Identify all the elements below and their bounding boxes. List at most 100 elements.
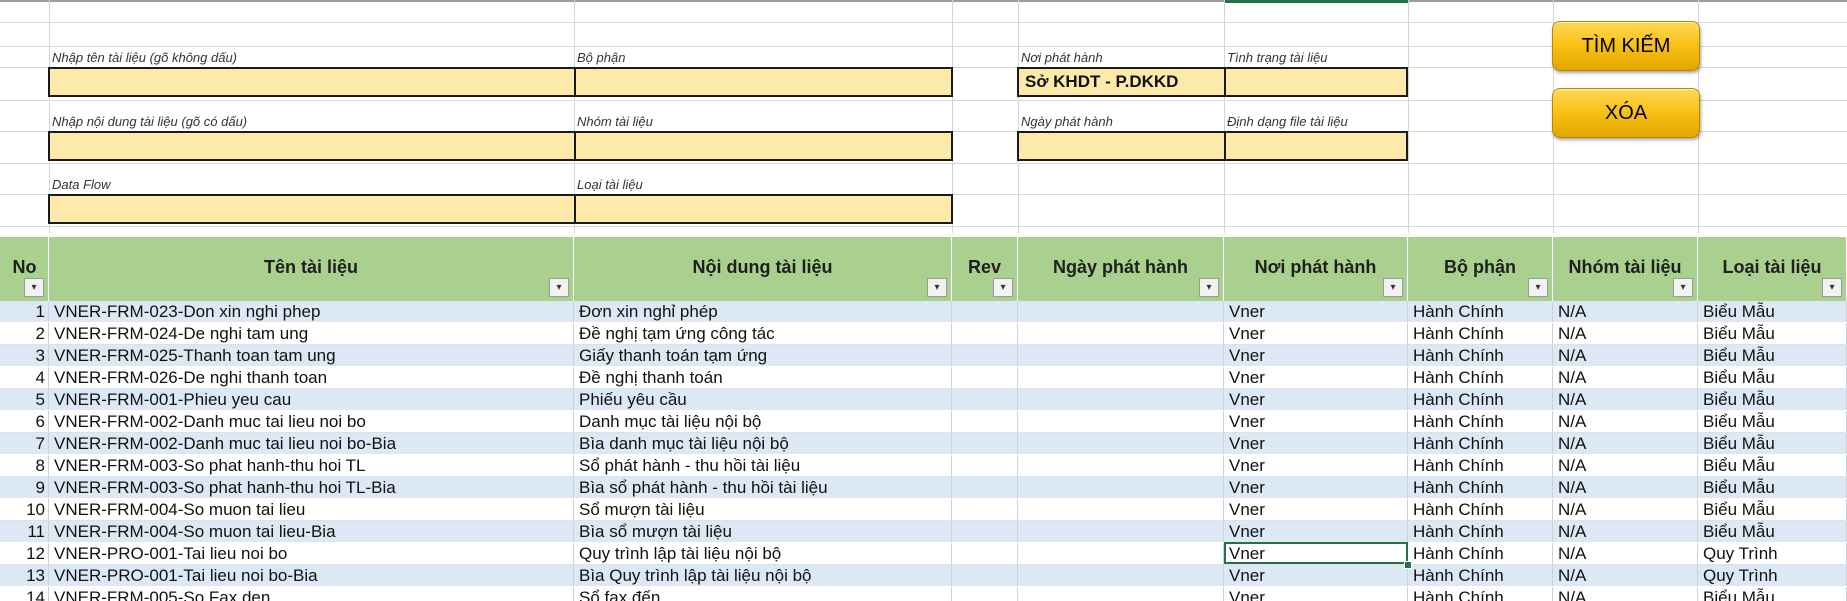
cell-type[interactable]: Biểu Mẫu — [1698, 477, 1847, 498]
cell-group[interactable]: N/A — [1553, 543, 1698, 564]
cell-type[interactable]: Biểu Mẫu — [1698, 323, 1847, 344]
cell-issuer[interactable]: Vner — [1224, 411, 1408, 432]
cell-content[interactable]: Sổ fax đến — [574, 587, 952, 601]
status-input[interactable] — [1224, 67, 1408, 97]
group-input[interactable] — [574, 131, 953, 161]
cell-rev[interactable] — [952, 477, 1018, 498]
cell-rev[interactable] — [952, 543, 1018, 564]
cell-name[interactable]: VNER-PRO-001-Tai lieu noi bo — [49, 543, 574, 564]
cell-group[interactable]: N/A — [1553, 521, 1698, 542]
cell-content[interactable]: Đề nghị tạm ứng công tác — [574, 323, 952, 344]
cell-issue-date[interactable] — [1018, 477, 1224, 498]
filter-dropdown-icon[interactable]: ▾ — [1199, 278, 1219, 297]
cell-issue-date[interactable] — [1018, 543, 1224, 564]
cell-group[interactable]: N/A — [1553, 411, 1698, 432]
cell-group[interactable]: N/A — [1553, 455, 1698, 476]
filter-dropdown-icon[interactable]: ▾ — [1383, 278, 1403, 297]
cell-name[interactable]: VNER-FRM-025-Thanh toan tam ung — [49, 345, 574, 366]
cell-no[interactable]: 10 — [0, 499, 49, 520]
cell-department[interactable]: Hành Chính — [1408, 587, 1553, 601]
cell-rev[interactable] — [952, 455, 1018, 476]
cell-group[interactable]: N/A — [1553, 477, 1698, 498]
cell-issuer[interactable]: Vner — [1224, 433, 1408, 454]
cell-group[interactable]: N/A — [1553, 367, 1698, 388]
file-format-input[interactable] — [1224, 131, 1408, 161]
cell-rev[interactable] — [952, 433, 1018, 454]
cell-name[interactable]: VNER-FRM-003-So phat hanh-thu hoi TL — [49, 455, 574, 476]
doc-type-input[interactable] — [574, 194, 953, 224]
cell-type[interactable]: Biểu Mẫu — [1698, 587, 1847, 601]
filter-dropdown-icon[interactable]: ▾ — [927, 278, 947, 297]
cell-name[interactable]: VNER-FRM-004-So muon tai lieu-Bia — [49, 521, 574, 542]
cell-department[interactable]: Hành Chính — [1408, 301, 1553, 322]
cell-department[interactable]: Hành Chính — [1408, 367, 1553, 388]
cell-issue-date[interactable] — [1018, 411, 1224, 432]
cell-department[interactable]: Hành Chính — [1408, 543, 1553, 564]
cell-issuer[interactable]: Vner — [1224, 301, 1408, 322]
cell-no[interactable]: 7 — [0, 433, 49, 454]
cell-no[interactable]: 11 — [0, 521, 49, 542]
filter-dropdown-icon[interactable]: ▾ — [993, 278, 1013, 297]
cell-name[interactable]: VNER-FRM-023-Don xin nghi phep — [49, 301, 574, 322]
cell-type[interactable]: Biểu Mẫu — [1698, 455, 1847, 476]
cell-content[interactable]: Bìa sổ phát hành - thu hồi tài liệu — [574, 477, 952, 498]
cell-department[interactable]: Hành Chính — [1408, 433, 1553, 454]
cell-rev[interactable] — [952, 411, 1018, 432]
cell-content[interactable]: Quy trình lập tài liệu nội bộ — [574, 543, 952, 564]
cell-rev[interactable] — [952, 587, 1018, 601]
cell-group[interactable]: N/A — [1553, 389, 1698, 410]
filter-dropdown-icon[interactable]: ▾ — [1822, 278, 1842, 297]
cell-issue-date[interactable] — [1018, 323, 1224, 344]
cell-department[interactable]: Hành Chính — [1408, 323, 1553, 344]
fill-handle[interactable] — [1404, 561, 1412, 569]
issue-date-input[interactable] — [1017, 131, 1226, 161]
cell-issuer[interactable]: Vner — [1224, 565, 1408, 586]
cell-name[interactable]: VNER-FRM-024-De nghi tam ung — [49, 323, 574, 344]
cell-content[interactable]: Đơn xin nghỉ phép — [574, 301, 952, 322]
cell-content[interactable]: Bìa Quy trình lập tài liệu nội bộ — [574, 565, 952, 586]
cell-issue-date[interactable] — [1018, 433, 1224, 454]
cell-rev[interactable] — [952, 301, 1018, 322]
cell-no[interactable]: 6 — [0, 411, 49, 432]
cell-group[interactable]: N/A — [1553, 565, 1698, 586]
cell-department[interactable]: Hành Chính — [1408, 477, 1553, 498]
cell-issue-date[interactable] — [1018, 499, 1224, 520]
cell-department[interactable]: Hành Chính — [1408, 521, 1553, 542]
cell-name[interactable]: VNER-FRM-002-Danh muc tai lieu noi bo — [49, 411, 574, 432]
cell-rev[interactable] — [952, 521, 1018, 542]
cell-issue-date[interactable] — [1018, 565, 1224, 586]
cell-issue-date[interactable] — [1018, 367, 1224, 388]
cell-type[interactable]: Biểu Mẫu — [1698, 499, 1847, 520]
content-input[interactable] — [48, 131, 576, 161]
cell-issue-date[interactable] — [1018, 301, 1224, 322]
cell-name[interactable]: VNER-FRM-003-So phat hanh-thu hoi TL-Bia — [49, 477, 574, 498]
cell-name[interactable]: VNER-FRM-001-Phieu yeu cau — [49, 389, 574, 410]
filter-dropdown-icon[interactable]: ▾ — [1528, 278, 1548, 297]
search-button[interactable]: TÌM KIẾM — [1552, 21, 1700, 71]
cell-issuer[interactable]: Vner — [1224, 389, 1408, 410]
cell-no[interactable]: 13 — [0, 565, 49, 586]
cell-rev[interactable] — [952, 367, 1018, 388]
cell-group[interactable]: N/A — [1553, 323, 1698, 344]
cell-content[interactable]: Bìa danh mục tài liệu nội bộ — [574, 433, 952, 454]
cell-type[interactable]: Quy Trình — [1698, 543, 1847, 564]
cell-department[interactable]: Hành Chính — [1408, 411, 1553, 432]
cell-rev[interactable] — [952, 345, 1018, 366]
cell-group[interactable]: N/A — [1553, 499, 1698, 520]
cell-issuer[interactable]: Vner — [1224, 367, 1408, 388]
cell-rev[interactable] — [952, 499, 1018, 520]
cell-rev[interactable] — [952, 565, 1018, 586]
cell-type[interactable]: Quy Trình — [1698, 565, 1847, 586]
cell-issuer[interactable]: Vner — [1224, 345, 1408, 366]
cell-department[interactable]: Hành Chính — [1408, 455, 1553, 476]
issuer-input[interactable]: Sở KHDT - P.DKKD — [1017, 67, 1226, 97]
cell-content[interactable]: Bìa sổ mượn tài liệu — [574, 521, 952, 542]
cell-no[interactable]: 14 — [0, 587, 49, 601]
cell-type[interactable]: Biểu Mẫu — [1698, 389, 1847, 410]
cell-no[interactable]: 8 — [0, 455, 49, 476]
cell-type[interactable]: Biểu Mẫu — [1698, 301, 1847, 322]
cell-content[interactable]: Sổ mượn tài liệu — [574, 499, 952, 520]
cell-name[interactable]: VNER-FRM-005-So Fax den — [49, 587, 574, 601]
cell-name[interactable]: VNER-PRO-001-Tai lieu noi bo-Bia — [49, 565, 574, 586]
cell-group[interactable]: N/A — [1553, 301, 1698, 322]
